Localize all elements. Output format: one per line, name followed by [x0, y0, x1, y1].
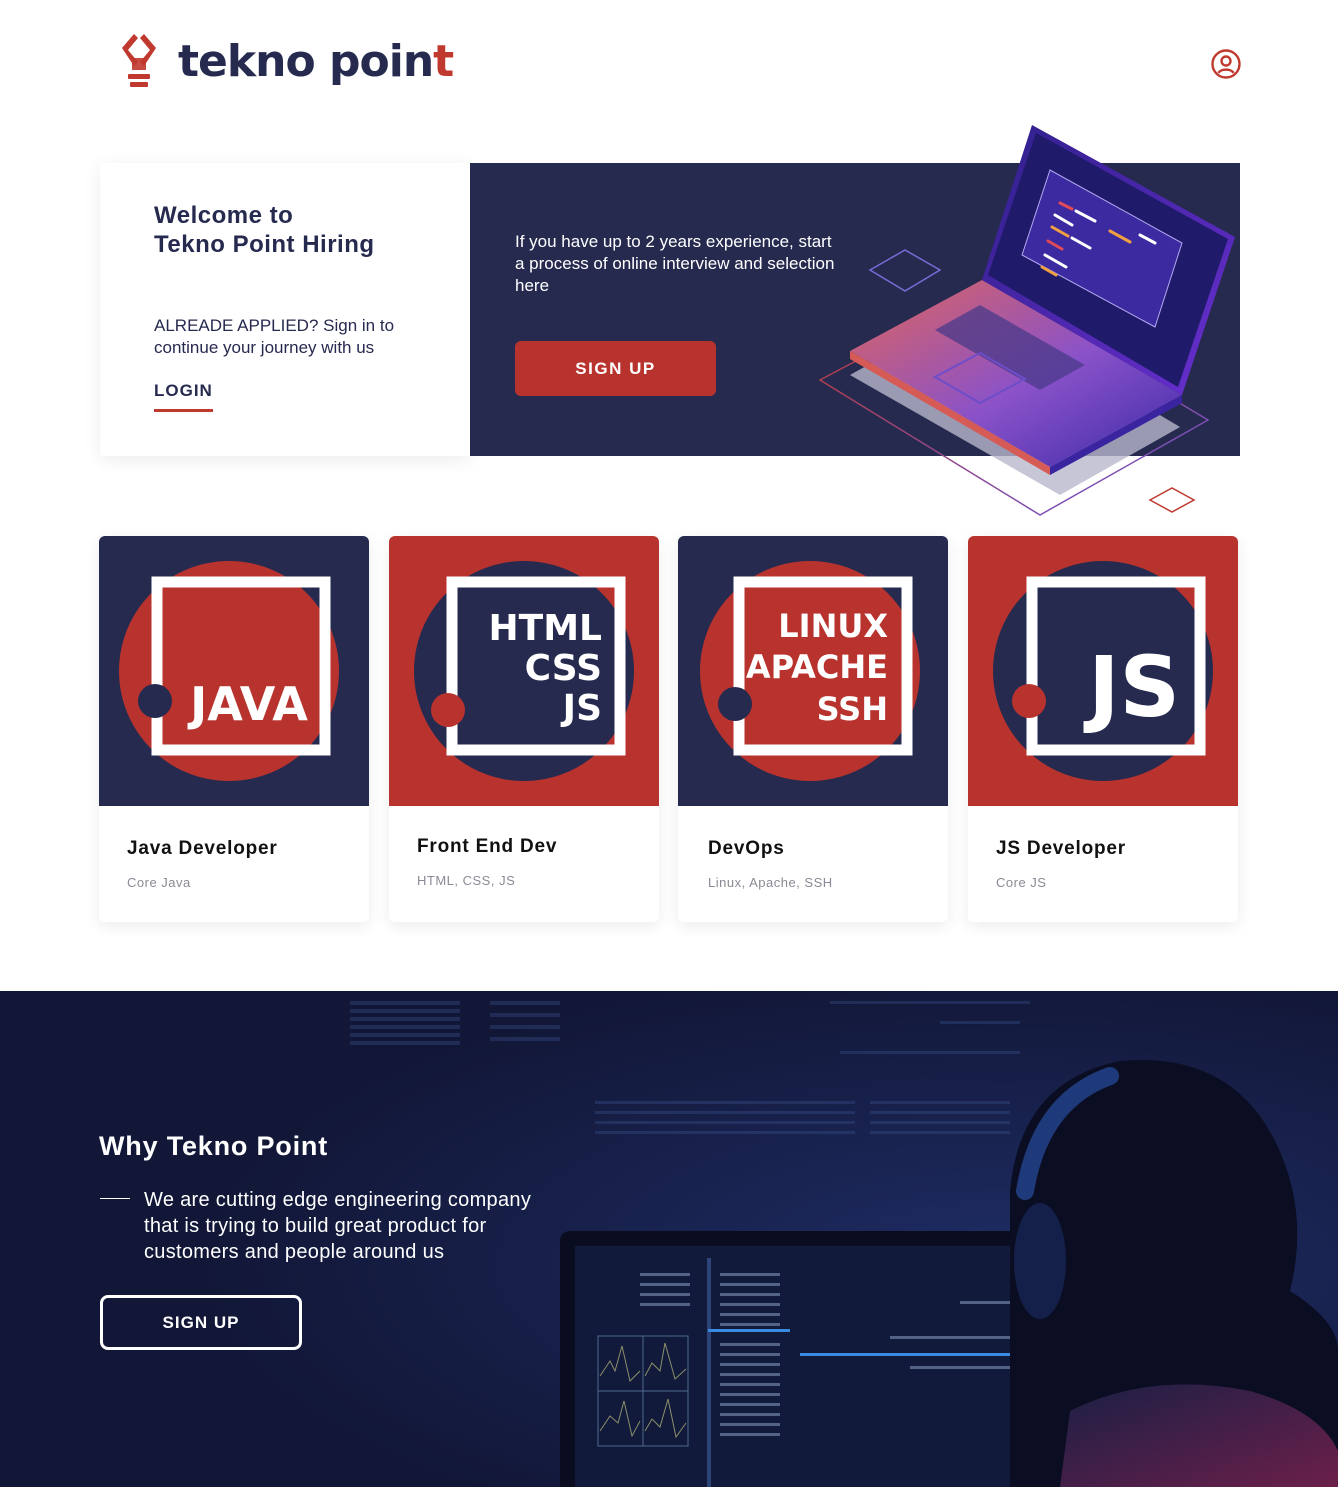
login-link[interactable]: LOGIN: [154, 381, 213, 412]
logo-text: tekno point: [178, 35, 454, 87]
job-card-js[interactable]: JS JS Developer Core JS: [968, 536, 1238, 922]
java-badge-icon: JAVA: [99, 536, 369, 806]
badge-text-java: JAVA: [187, 677, 308, 731]
hero-signup-button[interactable]: SIGN UP: [515, 341, 716, 396]
why-divider: [100, 1198, 130, 1199]
job-card-devops[interactable]: LINUX APACHE SSH DevOps Linux, Apache, S…: [678, 536, 948, 922]
badge-text-css: CSS: [525, 648, 602, 689]
js-badge-icon: JS: [968, 536, 1238, 806]
login-panel: Welcome to Tekno Point Hiring ALREADE AP…: [100, 163, 470, 456]
logo-mark-icon: [122, 34, 156, 87]
why-title: Why Tekno Point: [99, 1131, 328, 1161]
welcome-title: Welcome to Tekno Point Hiring: [154, 202, 375, 258]
laptop-illustration: [818, 125, 1235, 516]
why-signup-button[interactable]: SIGN UP: [100, 1295, 302, 1350]
already-applied-text: ALREADE APPLIED? Sign in to continue you…: [154, 316, 395, 357]
card-title: DevOps: [708, 838, 785, 859]
tekno-point-logo[interactable]: tekno point: [108, 30, 454, 92]
badge-text-apache: APACHE: [746, 648, 888, 686]
card-subtitle: Core JS: [996, 875, 1047, 890]
card-title: Front End Dev: [417, 836, 558, 857]
frontend-badge-icon: HTML CSS JS: [389, 536, 659, 806]
header: tekno point: [0, 0, 1338, 120]
why-section: Why Tekno Point We are cutting edge engi…: [0, 991, 1338, 1487]
card-subtitle: Core Java: [127, 875, 191, 890]
why-description: We are cutting edge engineering company …: [144, 1189, 532, 1263]
job-cards: JAVA Java Developer Core Java HTML CSS J…: [99, 536, 1239, 922]
card-title: Java Developer: [127, 838, 278, 859]
card-title: JS Developer: [996, 838, 1126, 859]
card-subtitle: HTML, CSS, JS: [417, 873, 516, 888]
badge-text-ssh: SSH: [817, 690, 888, 728]
card-subtitle: Linux, Apache, SSH: [708, 875, 833, 890]
job-card-java[interactable]: JAVA Java Developer Core Java: [99, 536, 369, 922]
badge-text-js: JS: [560, 688, 602, 729]
devops-badge-icon: LINUX APACHE SSH: [678, 536, 948, 806]
badge-text-linux: LINUX: [778, 607, 888, 645]
badge-text-js: JS: [1083, 638, 1180, 736]
signup-description: If you have up to 2 years experience, st…: [515, 232, 835, 295]
badge-text-html: HTML: [489, 608, 602, 649]
user-circle-icon[interactable]: [1210, 48, 1242, 80]
job-card-frontend[interactable]: HTML CSS JS Front End Dev HTML, CSS, JS: [389, 536, 659, 922]
